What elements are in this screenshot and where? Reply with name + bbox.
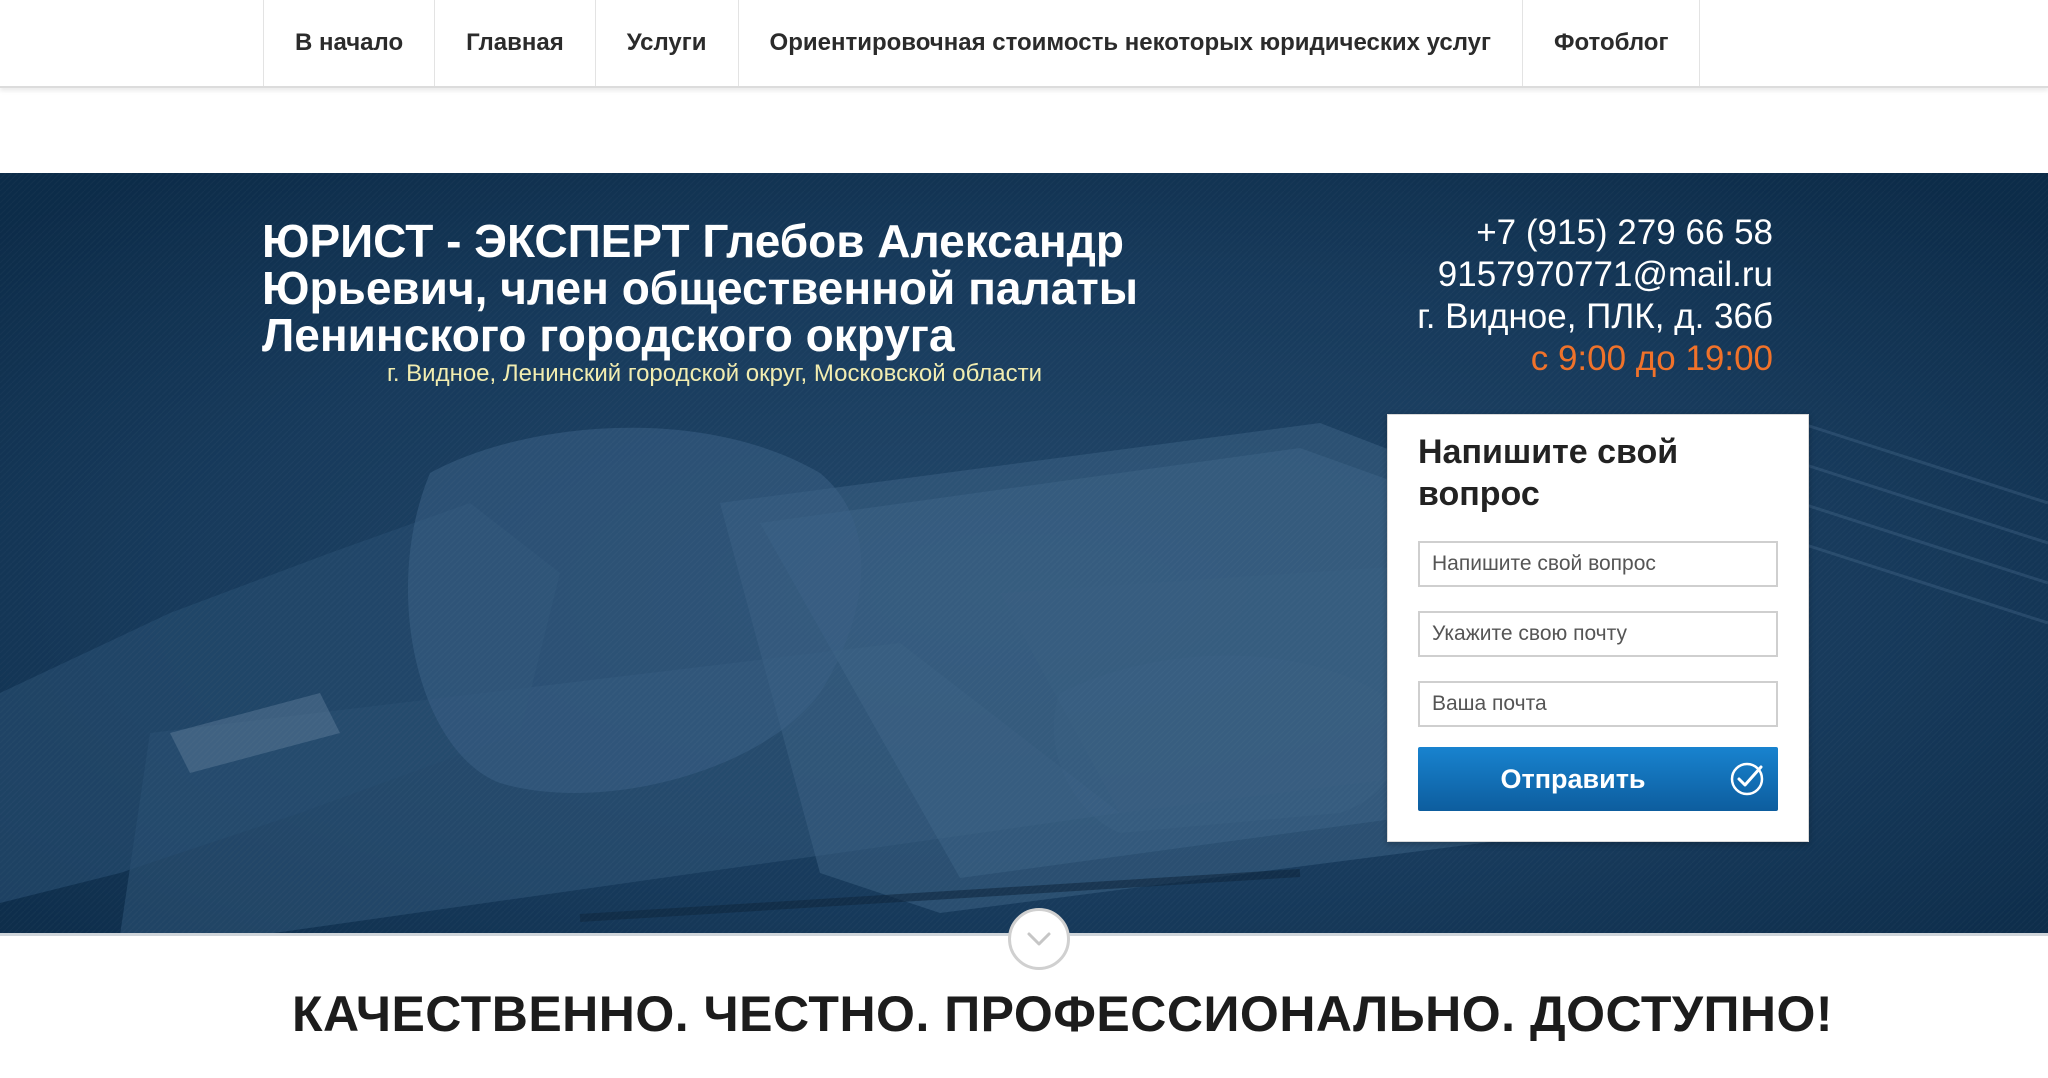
hero-subtitle: г. Видное, Ленинский городской округ, Мо… [387,360,1043,387]
email-link[interactable]: 9157970771@mail.ru [1417,254,1773,296]
nav-item-main[interactable]: Главная [435,0,596,86]
submit-button-label: Отправить [1500,764,1646,794]
address: г. Видное, ПЛК, д. 36б [1417,297,1773,336]
nav-menu: В начало Главная Услуги Ориентировочная … [263,0,1701,86]
nav-item-services[interactable]: Услуги [596,0,739,86]
email-input[interactable] [1418,611,1778,657]
question-form: Напишите свой вопрос Отправить [1387,414,1809,842]
nav-item-prices[interactable]: Ориентировочная стоимость некоторых юрид… [739,0,1523,86]
contact-info: +7 (915) 279 66 58 9157970771@mail.ru г.… [1417,212,1773,380]
submit-button[interactable]: Отправить [1418,747,1778,811]
phone-number[interactable]: +7 (915) 279 66 58 [1417,212,1773,254]
check-circle-icon [1730,762,1764,796]
form-title: Напишите свой вопрос [1418,433,1679,513]
top-navigation: В начало Главная Услуги Ориентировочная … [0,0,2048,88]
hero-title: ЮРИСТ - ЭКСПЕРТ Глебов Александр Юрьевич… [262,215,1139,361]
chevron-down-icon [1027,932,1051,946]
question-input[interactable] [1418,541,1778,587]
slogan-heading: КАЧЕСТВЕННО. ЧЕСТНО. ПРОФЕССИОНАЛЬНО. ДО… [292,986,1834,1042]
scroll-down-button[interactable] [1008,908,1070,970]
email-confirm-input[interactable] [1418,681,1778,727]
working-hours: с 9:00 до 19:00 [1530,339,1773,378]
nav-item-home-start[interactable]: В начало [264,0,436,86]
nav-item-photoblog[interactable]: Фотоблог [1523,0,1701,86]
